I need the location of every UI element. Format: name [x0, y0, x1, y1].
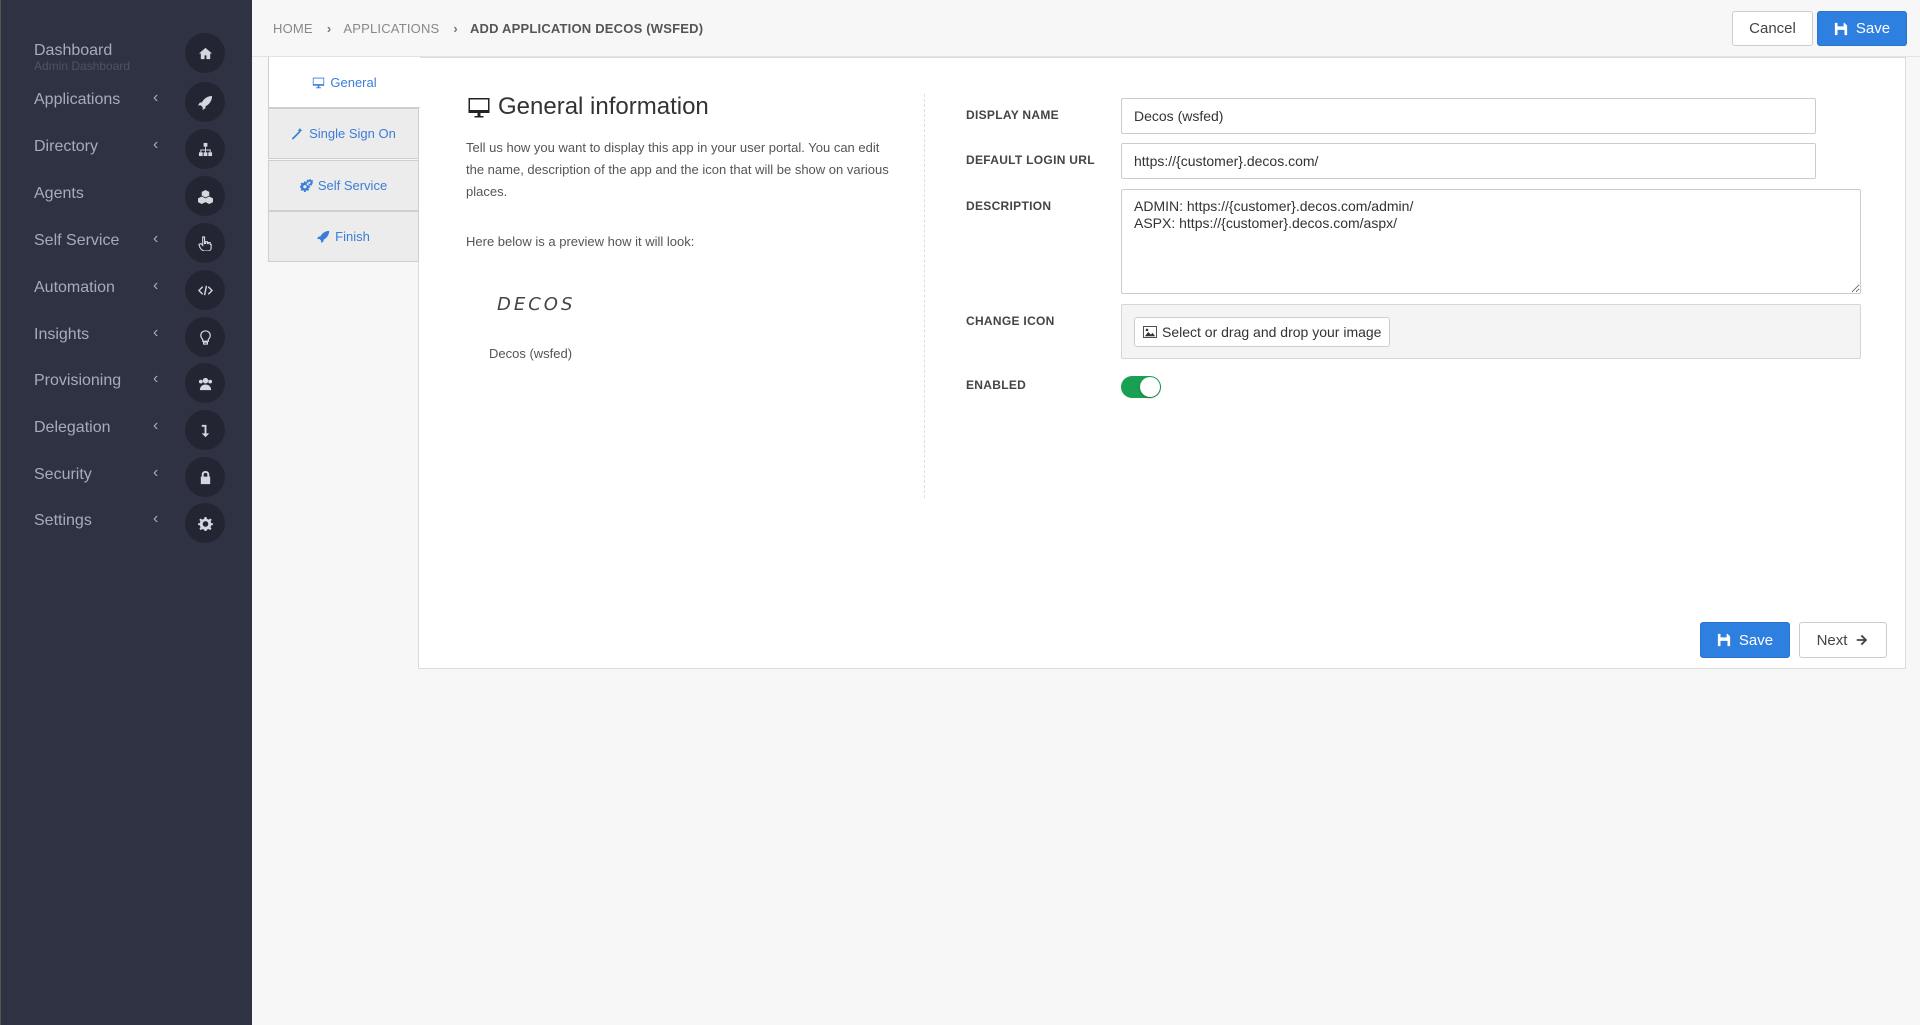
display-name-input[interactable] — [1121, 98, 1816, 134]
login-url-label: DEFAULT LOGIN URL — [966, 153, 1095, 167]
chevron-left-icon: ‹ — [153, 277, 159, 294]
section-description: Tell us how you want to display this app… — [466, 140, 889, 199]
chevron-left-icon: ‹ — [153, 370, 159, 387]
sidebar-item-insights[interactable]: Insights ‹ — [1, 314, 253, 360]
cubes-icon — [185, 176, 225, 216]
save-button[interactable]: Save — [1817, 11, 1907, 46]
app-preview-name: Decos (wsfed) — [489, 346, 573, 361]
sidebar-item-self-service[interactable]: Self Service ‹ — [1, 220, 253, 266]
home-icon — [185, 33, 225, 73]
app-logo: DECOS — [497, 294, 576, 315]
breadcrumb-applications[interactable]: APPLICATIONS — [343, 21, 439, 36]
chevron-left-icon: ‹ — [153, 136, 159, 153]
breadcrumb-separator: › — [453, 21, 458, 36]
section-title: General information — [466, 93, 709, 121]
tab-label: Single Sign On — [309, 126, 396, 141]
login-url-input[interactable] — [1121, 143, 1816, 179]
footer-save-label: Save — [1738, 631, 1774, 649]
tab-general[interactable]: General — [268, 57, 420, 108]
breadcrumb-current: ADD APPLICATION DECOS (WSFED) — [469, 21, 704, 36]
breadcrumb-separator: › — [326, 21, 332, 36]
sidebar-item-provisioning[interactable]: Provisioning ‹ — [1, 360, 253, 406]
sidebar-item-label: Agents — [34, 185, 84, 202]
tab-label: Self Service — [317, 178, 388, 193]
breadcrumb-home[interactable]: HOME — [273, 21, 313, 36]
enabled-toggle[interactable] — [1121, 376, 1161, 398]
code-icon — [185, 270, 225, 310]
desktop-icon — [313, 77, 325, 88]
toggle-knob — [1140, 377, 1160, 397]
chevron-left-icon: ‹ — [153, 89, 159, 106]
sidebar-item-settings[interactable]: Settings ‹ — [1, 500, 253, 546]
lightbulb-icon — [185, 317, 225, 357]
sitemap-icon — [185, 129, 225, 169]
gear-icon — [185, 503, 225, 543]
image-icon — [1143, 326, 1157, 338]
floppy-disk-icon — [1834, 22, 1848, 35]
tab-label: Finish — [335, 229, 370, 244]
level-down-icon — [185, 410, 225, 450]
sidebar-item-agents[interactable]: Agents — [1, 173, 253, 219]
sidebar: Dashboard Admin Dashboard Applications ‹… — [0, 0, 252, 1025]
enabled-label: ENABLED — [966, 378, 1027, 392]
sidebar-item-label: Settings — [34, 512, 92, 529]
hand-pointer-icon — [185, 223, 225, 263]
sidebar-item-label: Applications — [34, 91, 121, 108]
sidebar-item-label: Provisioning — [34, 372, 122, 389]
preview-label: Here below is a preview how it will look… — [466, 234, 695, 249]
chevron-left-icon: ‹ — [153, 417, 159, 434]
chevron-left-icon: ‹ — [153, 230, 159, 247]
magic-wand-icon — [291, 127, 303, 140]
floppy-disk-icon — [1717, 633, 1731, 647]
select-image-button[interactable]: Select or drag and drop your image — [1134, 317, 1391, 347]
rocket-icon — [317, 230, 330, 243]
sidebar-item-delegation[interactable]: Delegation ‹ — [1, 407, 253, 453]
column-divider — [924, 94, 925, 498]
sidebar-item-automation[interactable]: Automation ‹ — [1, 267, 253, 313]
tab-label: General — [330, 74, 377, 90]
select-image-label: Select or drag and drop your image — [1162, 324, 1382, 340]
users-icon — [185, 363, 225, 403]
sidebar-item-sublabel: Admin Dashboard — [34, 59, 131, 73]
cogs-icon — [299, 179, 313, 192]
tab-finish[interactable]: Finish — [268, 211, 419, 262]
sidebar-item-label: Insights — [34, 326, 90, 343]
chevron-left-icon: ‹ — [153, 324, 159, 341]
cancel-button-label: Cancel — [1749, 20, 1796, 37]
sidebar-item-label: Self Service — [34, 232, 120, 249]
sidebar-item-security[interactable]: Security ‹ — [1, 454, 253, 500]
arrow-right-icon — [1857, 634, 1868, 646]
tab-single-sign-on[interactable]: Single Sign On — [268, 108, 419, 159]
chevron-left-icon: ‹ — [153, 510, 159, 527]
sidebar-item-directory[interactable]: Directory ‹ — [1, 126, 253, 172]
description-label: DESCRIPTION — [966, 199, 1052, 213]
next-button[interactable]: Next — [1799, 622, 1887, 658]
section-title-text: General information — [498, 93, 709, 120]
sidebar-item-label: Delegation — [34, 419, 111, 436]
sidebar-item-applications[interactable]: Applications ‹ — [1, 79, 253, 125]
tab-self-service[interactable]: Self Service — [268, 160, 419, 211]
sidebar-item-label: Directory — [34, 138, 99, 155]
desktop-icon — [468, 98, 490, 118]
save-button-label: Save — [1855, 20, 1891, 37]
next-button-label: Next — [1816, 631, 1848, 649]
footer-save-button[interactable]: Save — [1700, 622, 1790, 658]
breadcrumb: HOME › APPLICATIONS › ADD APPLICATION DECOS … — [273, 21, 703, 36]
lock-icon — [185, 457, 225, 497]
icon-dropzone[interactable]: Select or drag and drop your image — [1121, 304, 1861, 359]
sidebar-item-label: Dashboard — [34, 42, 113, 59]
rocket-icon — [185, 82, 225, 122]
display-name-label: DISPLAY NAME — [966, 108, 1059, 122]
cancel-button[interactable]: Cancel — [1732, 11, 1813, 46]
change-icon-label: CHANGE ICON — [966, 314, 1055, 328]
description-textarea[interactable]: ADMIN: https://{customer}.decos.com/admi… — [1121, 189, 1861, 294]
chevron-left-icon: ‹ — [153, 464, 159, 481]
sidebar-item-label: Security — [34, 466, 92, 483]
sidebar-item-label: Automation — [34, 279, 115, 296]
